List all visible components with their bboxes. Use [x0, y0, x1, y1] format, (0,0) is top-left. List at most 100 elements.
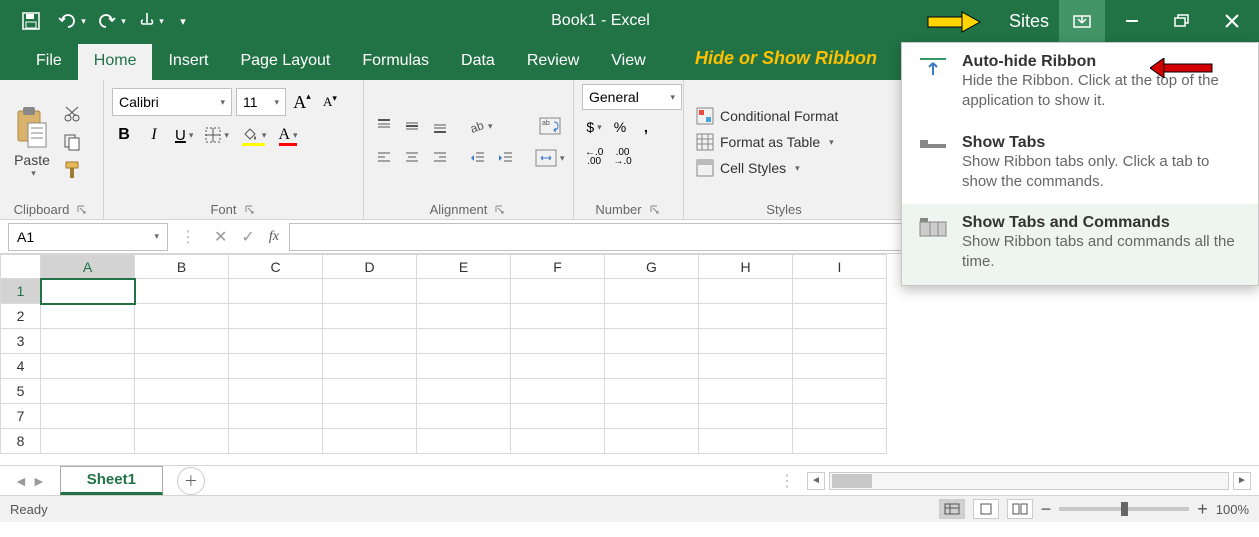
cell-H1[interactable] — [699, 279, 793, 304]
tab-data[interactable]: Data — [445, 44, 511, 80]
zoom-out-button[interactable]: − — [1041, 499, 1052, 520]
cell-H2[interactable] — [699, 304, 793, 329]
undo-button[interactable]: ▾ — [54, 4, 88, 38]
cell-I5[interactable] — [793, 379, 887, 404]
row-header-7[interactable]: 7 — [1, 404, 41, 429]
menu-show-tabs[interactable]: Show Tabs Show Ribbon tabs only. Click a… — [902, 124, 1258, 205]
restore-button[interactable] — [1159, 0, 1205, 42]
column-header-D[interactable]: D — [323, 255, 417, 279]
column-header-G[interactable]: G — [605, 255, 699, 279]
number-dialog-launcher[interactable] — [648, 203, 662, 217]
row-header-4[interactable]: 4 — [1, 354, 41, 379]
menu-show-tabs-commands[interactable]: Show Tabs and Commands Show Ribbon tabs … — [902, 204, 1258, 285]
increase-indent-button[interactable] — [494, 145, 518, 171]
cell-D4[interactable] — [323, 354, 417, 379]
enter-formula-button[interactable]: ✓ — [241, 227, 254, 247]
sheet-tab-sheet1[interactable]: Sheet1 — [60, 466, 163, 495]
column-header-H[interactable]: H — [699, 255, 793, 279]
sites-link[interactable]: Sites — [1009, 11, 1055, 32]
column-header-F[interactable]: F — [511, 255, 605, 279]
cell-E2[interactable] — [417, 304, 511, 329]
cell-C4[interactable] — [229, 354, 323, 379]
cell-G5[interactable] — [605, 379, 699, 404]
tab-formulas[interactable]: Formulas — [346, 44, 445, 80]
close-button[interactable] — [1209, 0, 1255, 42]
cell-I1[interactable] — [793, 279, 887, 304]
minimize-button[interactable] — [1109, 0, 1155, 42]
cell-A2[interactable] — [41, 304, 135, 329]
cell-B8[interactable] — [135, 429, 229, 454]
font-size-select[interactable]: 11▾ — [236, 88, 286, 116]
menu-auto-hide-ribbon[interactable]: Auto-hide Ribbon Hide the Ribbon. Click … — [902, 43, 1258, 124]
align-middle-button[interactable] — [400, 113, 424, 139]
cell-C8[interactable] — [229, 429, 323, 454]
cell-C3[interactable] — [229, 329, 323, 354]
row-header-1[interactable]: 1 — [1, 279, 41, 304]
clipboard-dialog-launcher[interactable] — [75, 203, 89, 217]
tab-home[interactable]: Home — [78, 44, 153, 80]
cell-F8[interactable] — [511, 429, 605, 454]
tab-scroll-grip[interactable]: ⋮ — [771, 471, 803, 491]
row-header-2[interactable]: 2 — [1, 304, 41, 329]
cell-styles-button[interactable]: Cell Styles▾ — [692, 157, 842, 179]
page-layout-view-button[interactable] — [973, 499, 999, 519]
decrease-decimal-button[interactable]: .00→.0 — [610, 144, 634, 170]
sheet-nav-next[interactable]: ► — [32, 473, 46, 489]
tab-file[interactable]: File — [20, 44, 78, 80]
cancel-formula-button[interactable]: ✕ — [214, 227, 227, 247]
hscroll-left[interactable]: ◄ — [807, 472, 825, 490]
namebox-grip[interactable]: ⋮ — [172, 227, 204, 247]
borders-button[interactable]: ▾ — [202, 122, 232, 148]
cell-B1[interactable] — [135, 279, 229, 304]
fill-color-button[interactable]: ▾ — [238, 122, 270, 148]
redo-button[interactable]: ▾ — [94, 4, 128, 38]
cut-button[interactable] — [60, 102, 84, 126]
cell-G2[interactable] — [605, 304, 699, 329]
cell-B5[interactable] — [135, 379, 229, 404]
format-as-table-button[interactable]: Format as Table▾ — [692, 131, 842, 153]
align-center-button[interactable] — [400, 145, 424, 171]
accounting-format-button[interactable]: $▾ — [582, 114, 606, 140]
comma-style-button[interactable]: , — [634, 114, 658, 140]
hscroll-right[interactable]: ► — [1233, 472, 1251, 490]
cell-D3[interactable] — [323, 329, 417, 354]
cell-G3[interactable] — [605, 329, 699, 354]
tab-review[interactable]: Review — [511, 44, 595, 80]
cell-E1[interactable] — [417, 279, 511, 304]
percent-button[interactable]: % — [608, 114, 632, 140]
cell-C1[interactable] — [229, 279, 323, 304]
cell-F3[interactable] — [511, 329, 605, 354]
cell-G1[interactable] — [605, 279, 699, 304]
cell-B4[interactable] — [135, 354, 229, 379]
cell-D5[interactable] — [323, 379, 417, 404]
cell-E8[interactable] — [417, 429, 511, 454]
normal-view-button[interactable] — [939, 499, 965, 519]
cell-F5[interactable] — [511, 379, 605, 404]
cell-B2[interactable] — [135, 304, 229, 329]
alignment-dialog-launcher[interactable] — [493, 203, 507, 217]
italic-button[interactable]: I — [142, 122, 166, 148]
cell-E3[interactable] — [417, 329, 511, 354]
page-break-view-button[interactable] — [1007, 499, 1033, 519]
cell-A7[interactable] — [41, 404, 135, 429]
cell-I4[interactable] — [793, 354, 887, 379]
cell-E7[interactable] — [417, 404, 511, 429]
column-header-C[interactable]: C — [229, 255, 323, 279]
zoom-in-button[interactable]: + — [1197, 499, 1208, 520]
cell-H4[interactable] — [699, 354, 793, 379]
wrap-text-button[interactable]: ab — [532, 113, 568, 139]
format-painter-button[interactable] — [60, 158, 84, 182]
cell-D1[interactable] — [323, 279, 417, 304]
customize-qat-button[interactable]: ▾ — [174, 4, 192, 38]
column-header-A[interactable]: A — [41, 255, 135, 279]
cell-A3[interactable] — [41, 329, 135, 354]
cell-B3[interactable] — [135, 329, 229, 354]
cell-D2[interactable] — [323, 304, 417, 329]
cell-I2[interactable] — [793, 304, 887, 329]
cell-A4[interactable] — [41, 354, 135, 379]
horizontal-scrollbar[interactable] — [829, 472, 1229, 490]
tab-view[interactable]: View — [595, 44, 661, 80]
font-name-select[interactable]: Calibri▾ — [112, 88, 232, 116]
merge-center-button[interactable]: ▾ — [532, 145, 568, 171]
zoom-level[interactable]: 100% — [1216, 502, 1249, 517]
